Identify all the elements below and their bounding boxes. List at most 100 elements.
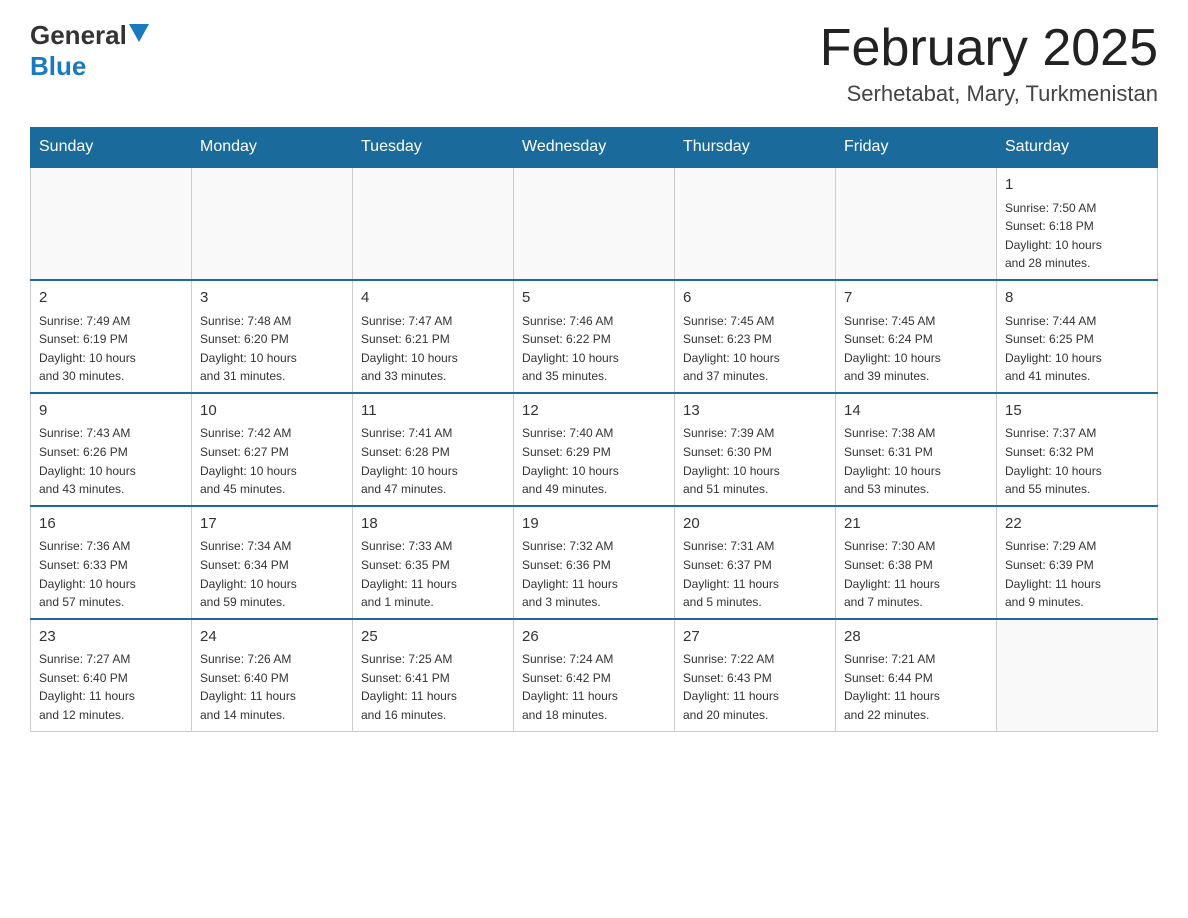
- logo: General Blue: [30, 20, 149, 82]
- calendar-week-row: 2Sunrise: 7:49 AM Sunset: 6:19 PM Daylig…: [31, 280, 1158, 393]
- weekday-header-thursday: Thursday: [675, 128, 836, 168]
- day-number: 7: [844, 287, 988, 310]
- calendar-cell: [997, 619, 1158, 731]
- weekday-header-saturday: Saturday: [997, 128, 1158, 168]
- day-number: 3: [200, 287, 344, 310]
- calendar-cell: 8Sunrise: 7:44 AM Sunset: 6:25 PM Daylig…: [997, 280, 1158, 393]
- weekday-header-monday: Monday: [192, 128, 353, 168]
- day-info: Sunrise: 7:44 AM Sunset: 6:25 PM Dayligh…: [1005, 312, 1149, 386]
- day-info: Sunrise: 7:47 AM Sunset: 6:21 PM Dayligh…: [361, 312, 505, 386]
- day-info: Sunrise: 7:43 AM Sunset: 6:26 PM Dayligh…: [39, 424, 183, 498]
- calendar-cell: 19Sunrise: 7:32 AM Sunset: 6:36 PM Dayli…: [514, 506, 675, 619]
- day-info: Sunrise: 7:32 AM Sunset: 6:36 PM Dayligh…: [522, 537, 666, 611]
- calendar-cell: 5Sunrise: 7:46 AM Sunset: 6:22 PM Daylig…: [514, 280, 675, 393]
- calendar-cell: [192, 167, 353, 280]
- day-number: 28: [844, 626, 988, 649]
- day-number: 2: [39, 287, 183, 310]
- day-info: Sunrise: 7:39 AM Sunset: 6:30 PM Dayligh…: [683, 424, 827, 498]
- page-header: General Blue February 2025 Serhetabat, M…: [30, 20, 1158, 107]
- calendar-cell: 15Sunrise: 7:37 AM Sunset: 6:32 PM Dayli…: [997, 393, 1158, 506]
- day-info: Sunrise: 7:26 AM Sunset: 6:40 PM Dayligh…: [200, 650, 344, 724]
- day-number: 26: [522, 626, 666, 649]
- calendar-cell: 27Sunrise: 7:22 AM Sunset: 6:43 PM Dayli…: [675, 619, 836, 731]
- calendar-cell: 20Sunrise: 7:31 AM Sunset: 6:37 PM Dayli…: [675, 506, 836, 619]
- day-number: 15: [1005, 400, 1149, 423]
- day-number: 24: [200, 626, 344, 649]
- day-number: 6: [683, 287, 827, 310]
- day-info: Sunrise: 7:21 AM Sunset: 6:44 PM Dayligh…: [844, 650, 988, 724]
- day-info: Sunrise: 7:27 AM Sunset: 6:40 PM Dayligh…: [39, 650, 183, 724]
- day-number: 16: [39, 513, 183, 536]
- calendar-cell: 13Sunrise: 7:39 AM Sunset: 6:30 PM Dayli…: [675, 393, 836, 506]
- calendar-week-row: 9Sunrise: 7:43 AM Sunset: 6:26 PM Daylig…: [31, 393, 1158, 506]
- day-number: 9: [39, 400, 183, 423]
- day-info: Sunrise: 7:33 AM Sunset: 6:35 PM Dayligh…: [361, 537, 505, 611]
- calendar-cell: 16Sunrise: 7:36 AM Sunset: 6:33 PM Dayli…: [31, 506, 192, 619]
- calendar-cell: 25Sunrise: 7:25 AM Sunset: 6:41 PM Dayli…: [353, 619, 514, 731]
- day-number: 20: [683, 513, 827, 536]
- calendar-cell: 22Sunrise: 7:29 AM Sunset: 6:39 PM Dayli…: [997, 506, 1158, 619]
- calendar-cell: [514, 167, 675, 280]
- calendar-cell: 7Sunrise: 7:45 AM Sunset: 6:24 PM Daylig…: [836, 280, 997, 393]
- day-info: Sunrise: 7:24 AM Sunset: 6:42 PM Dayligh…: [522, 650, 666, 724]
- day-info: Sunrise: 7:30 AM Sunset: 6:38 PM Dayligh…: [844, 537, 988, 611]
- day-number: 19: [522, 513, 666, 536]
- day-info: Sunrise: 7:31 AM Sunset: 6:37 PM Dayligh…: [683, 537, 827, 611]
- day-number: 1: [1005, 174, 1149, 197]
- day-number: 17: [200, 513, 344, 536]
- calendar-cell: 6Sunrise: 7:45 AM Sunset: 6:23 PM Daylig…: [675, 280, 836, 393]
- calendar-cell: 9Sunrise: 7:43 AM Sunset: 6:26 PM Daylig…: [31, 393, 192, 506]
- calendar-cell: [353, 167, 514, 280]
- calendar-cell: 14Sunrise: 7:38 AM Sunset: 6:31 PM Dayli…: [836, 393, 997, 506]
- day-info: Sunrise: 7:45 AM Sunset: 6:24 PM Dayligh…: [844, 312, 988, 386]
- calendar-cell: [31, 167, 192, 280]
- day-number: 8: [1005, 287, 1149, 310]
- calendar-week-row: 23Sunrise: 7:27 AM Sunset: 6:40 PM Dayli…: [31, 619, 1158, 731]
- calendar-cell: 2Sunrise: 7:49 AM Sunset: 6:19 PM Daylig…: [31, 280, 192, 393]
- day-number: 25: [361, 626, 505, 649]
- day-number: 4: [361, 287, 505, 310]
- day-info: Sunrise: 7:36 AM Sunset: 6:33 PM Dayligh…: [39, 537, 183, 611]
- day-number: 12: [522, 400, 666, 423]
- calendar-cell: 3Sunrise: 7:48 AM Sunset: 6:20 PM Daylig…: [192, 280, 353, 393]
- calendar-cell: 24Sunrise: 7:26 AM Sunset: 6:40 PM Dayli…: [192, 619, 353, 731]
- calendar-cell: 4Sunrise: 7:47 AM Sunset: 6:21 PM Daylig…: [353, 280, 514, 393]
- day-info: Sunrise: 7:41 AM Sunset: 6:28 PM Dayligh…: [361, 424, 505, 498]
- location-subtitle: Serhetabat, Mary, Turkmenistan: [820, 81, 1158, 107]
- day-number: 5: [522, 287, 666, 310]
- day-number: 21: [844, 513, 988, 536]
- day-info: Sunrise: 7:29 AM Sunset: 6:39 PM Dayligh…: [1005, 537, 1149, 611]
- day-info: Sunrise: 7:50 AM Sunset: 6:18 PM Dayligh…: [1005, 199, 1149, 273]
- weekday-header-tuesday: Tuesday: [353, 128, 514, 168]
- day-info: Sunrise: 7:46 AM Sunset: 6:22 PM Dayligh…: [522, 312, 666, 386]
- day-number: 23: [39, 626, 183, 649]
- calendar-table: SundayMondayTuesdayWednesdayThursdayFrid…: [30, 127, 1158, 731]
- day-info: Sunrise: 7:25 AM Sunset: 6:41 PM Dayligh…: [361, 650, 505, 724]
- day-number: 27: [683, 626, 827, 649]
- day-number: 10: [200, 400, 344, 423]
- logo-arrow-icon: [129, 24, 149, 42]
- day-number: 22: [1005, 513, 1149, 536]
- day-info: Sunrise: 7:22 AM Sunset: 6:43 PM Dayligh…: [683, 650, 827, 724]
- logo-general-text: General: [30, 20, 127, 51]
- day-number: 14: [844, 400, 988, 423]
- calendar-cell: 18Sunrise: 7:33 AM Sunset: 6:35 PM Dayli…: [353, 506, 514, 619]
- calendar-week-row: 1Sunrise: 7:50 AM Sunset: 6:18 PM Daylig…: [31, 167, 1158, 280]
- day-info: Sunrise: 7:34 AM Sunset: 6:34 PM Dayligh…: [200, 537, 344, 611]
- calendar-cell: 21Sunrise: 7:30 AM Sunset: 6:38 PM Dayli…: [836, 506, 997, 619]
- day-info: Sunrise: 7:40 AM Sunset: 6:29 PM Dayligh…: [522, 424, 666, 498]
- calendar-cell: 12Sunrise: 7:40 AM Sunset: 6:29 PM Dayli…: [514, 393, 675, 506]
- calendar-cell: [675, 167, 836, 280]
- day-info: Sunrise: 7:37 AM Sunset: 6:32 PM Dayligh…: [1005, 424, 1149, 498]
- calendar-cell: 28Sunrise: 7:21 AM Sunset: 6:44 PM Dayli…: [836, 619, 997, 731]
- weekday-header-friday: Friday: [836, 128, 997, 168]
- weekday-header-row: SundayMondayTuesdayWednesdayThursdayFrid…: [31, 128, 1158, 168]
- day-number: 11: [361, 400, 505, 423]
- calendar-cell: [836, 167, 997, 280]
- day-info: Sunrise: 7:38 AM Sunset: 6:31 PM Dayligh…: [844, 424, 988, 498]
- weekday-header-sunday: Sunday: [31, 128, 192, 168]
- day-info: Sunrise: 7:48 AM Sunset: 6:20 PM Dayligh…: [200, 312, 344, 386]
- calendar-cell: 26Sunrise: 7:24 AM Sunset: 6:42 PM Dayli…: [514, 619, 675, 731]
- calendar-week-row: 16Sunrise: 7:36 AM Sunset: 6:33 PM Dayli…: [31, 506, 1158, 619]
- calendar-cell: 1Sunrise: 7:50 AM Sunset: 6:18 PM Daylig…: [997, 167, 1158, 280]
